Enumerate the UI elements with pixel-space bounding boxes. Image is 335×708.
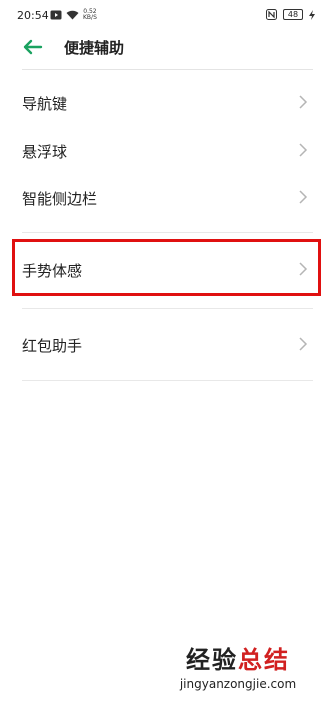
media-icon xyxy=(50,10,62,20)
net-speed: 0.52 KB/S xyxy=(83,9,97,21)
battery-indicator: 48 xyxy=(283,9,303,20)
status-right-icons: 48 xyxy=(266,9,315,20)
chevron-right-icon xyxy=(299,190,308,204)
settings-item-navigation-keys[interactable]: 导航键 xyxy=(0,79,335,125)
watermark-text-left: 经验 xyxy=(186,646,238,674)
page-title: 便捷辅助 xyxy=(64,39,125,57)
highlight-box xyxy=(12,239,321,296)
group-divider xyxy=(22,232,313,233)
back-arrow-icon[interactable] xyxy=(20,38,44,56)
group-divider xyxy=(22,308,313,309)
status-bar: 20:54 0.52 KB/S 48 xyxy=(0,0,335,30)
settings-item-red-packet-assistant[interactable]: 红包助手 xyxy=(0,321,335,367)
settings-item-label: 红包助手 xyxy=(22,337,83,355)
chevron-right-icon xyxy=(299,143,308,157)
settings-item-label: 智能侧边栏 xyxy=(22,190,98,208)
nfc-icon xyxy=(266,9,277,20)
chevron-right-icon xyxy=(299,95,308,109)
page-header: 便捷辅助 xyxy=(0,30,335,70)
header-divider xyxy=(22,69,313,70)
settings-item-floating-ball[interactable]: 悬浮球 xyxy=(0,127,335,173)
group-divider xyxy=(22,380,313,381)
watermark-title: 经验总结 xyxy=(153,640,323,675)
status-time: 20:54 xyxy=(17,9,49,22)
wifi-icon xyxy=(66,10,79,20)
watermark-url: jingyanzongjie.com xyxy=(179,677,297,691)
watermark: 经验总结 jingyanzongjie.com xyxy=(153,640,323,696)
settings-item-label: 悬浮球 xyxy=(22,143,68,161)
settings-item-smart-sidebar[interactable]: 智能侧边栏 xyxy=(0,174,335,220)
settings-item-label: 导航键 xyxy=(22,95,68,113)
status-left-icons: 0.52 KB/S xyxy=(50,9,97,21)
chevron-right-icon xyxy=(299,337,308,351)
watermark-text-right: 总结 xyxy=(238,646,290,674)
charging-icon xyxy=(309,9,315,20)
net-speed-unit: KB/S xyxy=(83,14,97,21)
